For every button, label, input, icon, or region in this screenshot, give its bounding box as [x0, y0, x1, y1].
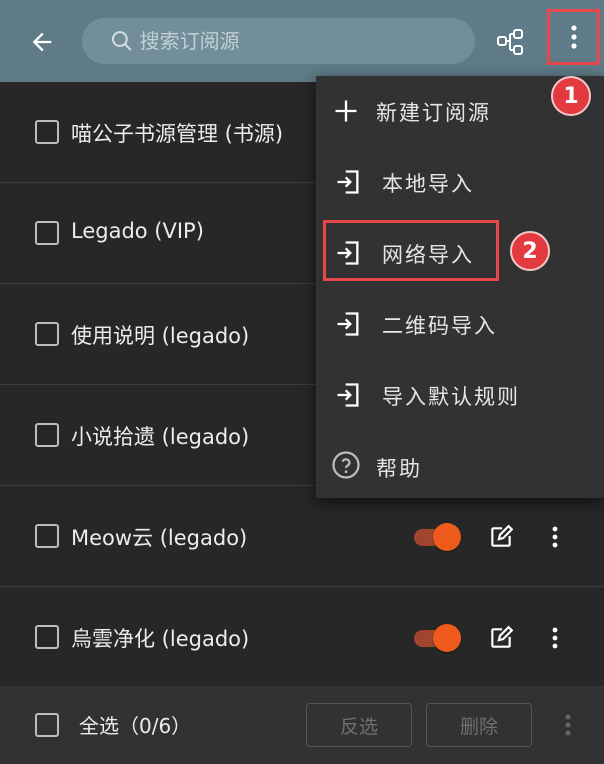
enable-switch[interactable]	[414, 523, 462, 551]
back-button[interactable]	[22, 22, 62, 62]
row-more-button[interactable]	[540, 522, 570, 552]
list-item[interactable]: 烏雲净化 (legado)	[0, 587, 604, 688]
add-icon	[330, 95, 362, 127]
enable-switch[interactable]	[414, 624, 462, 652]
menu-item-label: 本地导入	[382, 172, 474, 196]
search-box[interactable]	[82, 18, 475, 64]
selection-bar: 全选（0/6） 反选 删除	[0, 686, 604, 764]
import-icon	[332, 308, 364, 340]
more-vert-icon	[552, 526, 558, 548]
arrow-left-icon	[32, 32, 52, 52]
help-icon	[330, 449, 362, 481]
menu-item-qrcode-import[interactable]: 二维码导入	[316, 289, 604, 359]
more-vert-icon	[570, 25, 577, 49]
menu-item-label: 新建订阅源	[376, 101, 491, 125]
highlight-box	[323, 220, 499, 281]
toolbar	[0, 0, 604, 82]
source-name: Meow云 (legado)	[71, 526, 248, 550]
source-name: Legado (VIP)	[71, 219, 204, 243]
source-name: 小说拾遗 (legado)	[71, 425, 250, 449]
import-icon	[332, 166, 364, 198]
menu-item-label: 二维码导入	[382, 314, 497, 338]
menu-item-help[interactable]: 帮助	[316, 431, 604, 501]
more-options-button[interactable]	[547, 9, 600, 65]
list-item[interactable]: Meow云 (legado)	[0, 486, 604, 587]
import-icon	[332, 379, 364, 411]
group-button[interactable]	[492, 24, 528, 60]
menu-item-label: 帮助	[376, 457, 422, 481]
bottom-more-button[interactable]	[553, 710, 583, 740]
row-checkbox[interactable]	[35, 221, 59, 245]
row-checkbox[interactable]	[35, 423, 59, 447]
source-name: 喵公子书源管理 (书源)	[71, 122, 284, 146]
select-all-label[interactable]: 全选（0/6）	[79, 710, 191, 739]
overflow-menu: 新建订阅源 本地导入 网络导入 二维码导入 导入默认规则 帮助	[316, 76, 604, 498]
edit-button[interactable]	[486, 623, 516, 653]
select-all-checkbox[interactable]	[35, 713, 59, 737]
row-more-button[interactable]	[540, 623, 570, 653]
search-input[interactable]	[139, 29, 475, 53]
more-vert-icon	[552, 627, 558, 649]
row-checkbox[interactable]	[35, 322, 59, 346]
more-vert-icon	[565, 714, 571, 736]
source-name: 使用说明 (legado)	[71, 324, 250, 348]
row-checkbox[interactable]	[35, 625, 59, 649]
group-icon	[497, 29, 523, 55]
edit-icon	[491, 625, 514, 648]
search-icon	[111, 31, 132, 51]
menu-item-label: 导入默认规则	[382, 385, 520, 409]
step-badge-2: 2	[510, 231, 550, 271]
edit-icon	[491, 524, 514, 547]
edit-button[interactable]	[486, 522, 516, 552]
step-badge-1: 1	[551, 76, 591, 116]
row-checkbox[interactable]	[35, 524, 59, 548]
menu-item-local-import[interactable]: 本地导入	[316, 147, 604, 217]
menu-item-import-default-rules[interactable]: 导入默认规则	[316, 360, 604, 430]
delete-button[interactable]: 删除	[426, 703, 532, 747]
row-checkbox[interactable]	[35, 120, 59, 144]
source-name: 烏雲净化 (legado)	[71, 627, 250, 651]
invert-selection-button[interactable]: 反选	[306, 703, 412, 747]
